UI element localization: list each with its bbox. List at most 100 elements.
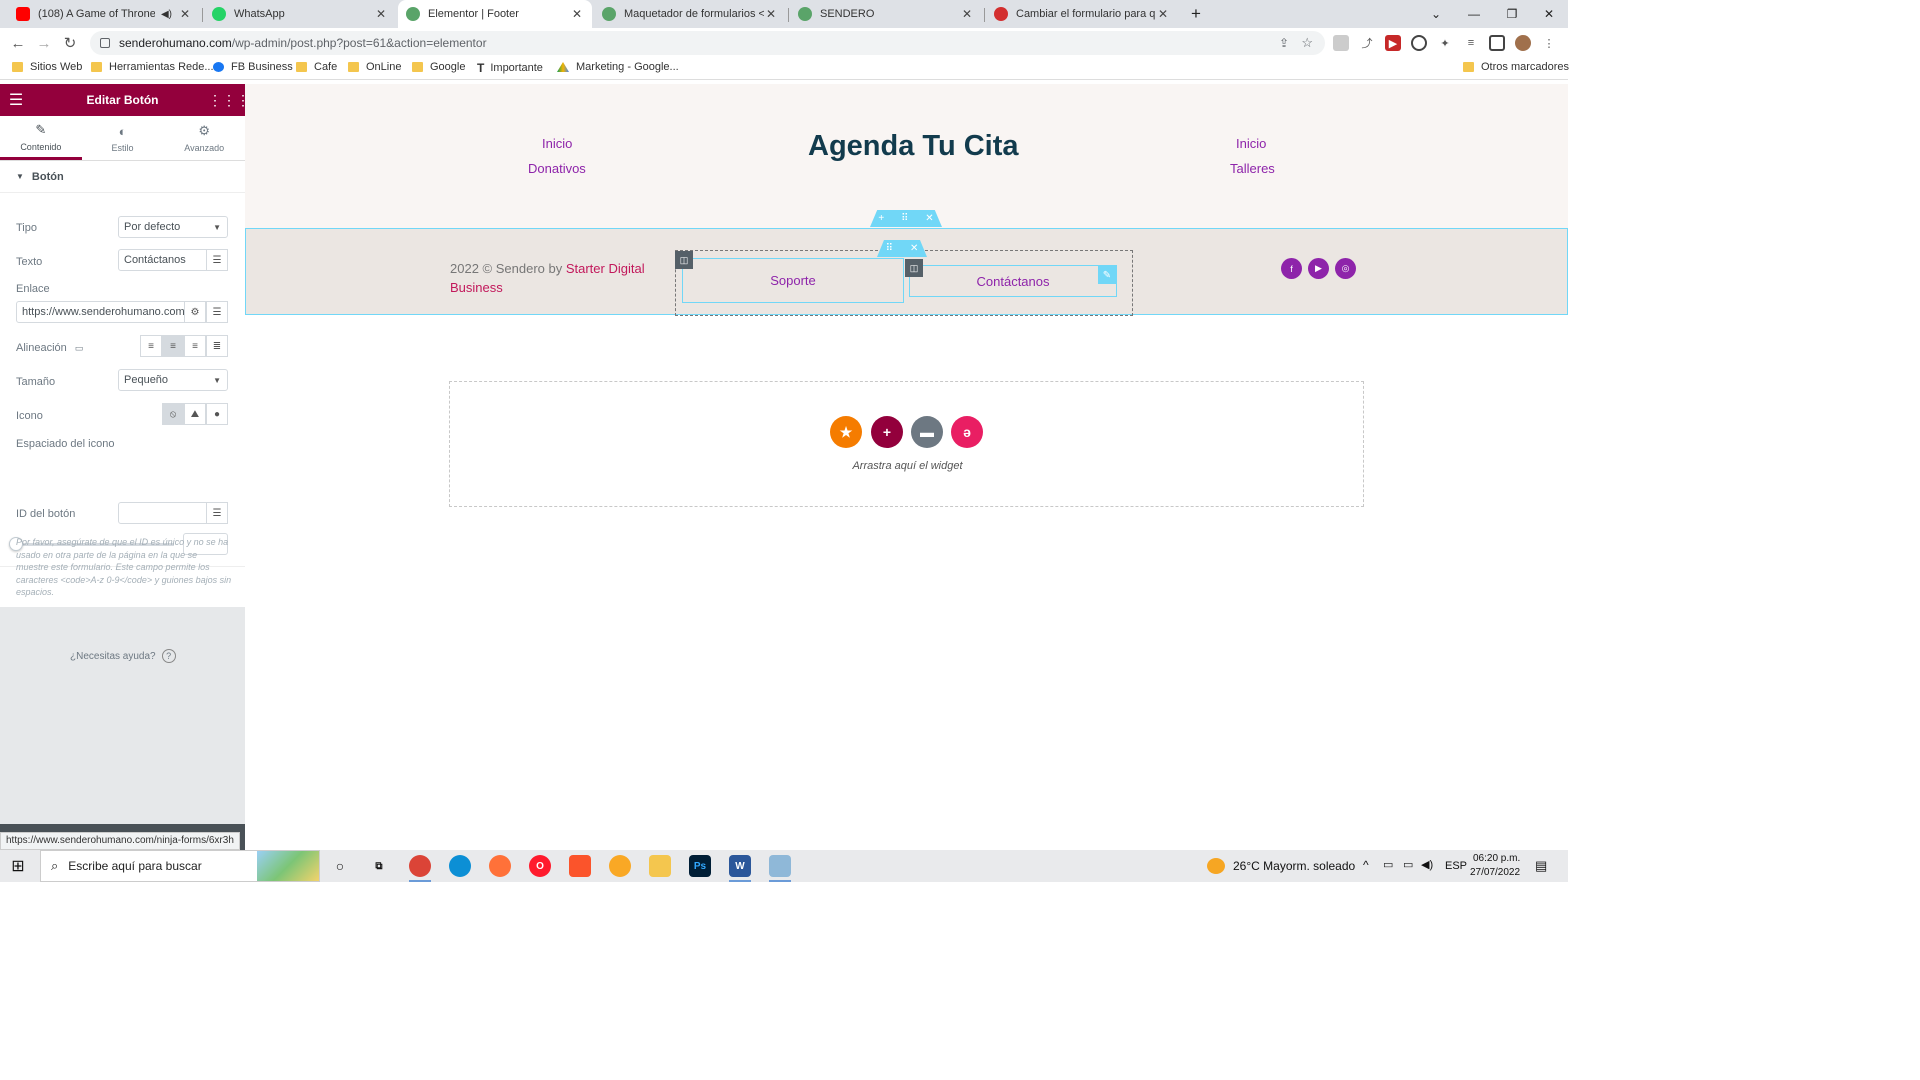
close-window-button[interactable]: ✕ [1530,0,1568,28]
tab-search-chevron-icon[interactable]: ⌄ [1417,0,1455,28]
dynamic-tags-icon[interactable]: ☰ [206,249,228,271]
align-justify-button[interactable]: ≣ [206,335,228,357]
drag-handle-icon[interactable]: ⠿ [886,243,893,254]
tab-sendero[interactable]: SENDERO ✕ [790,0,982,28]
brave-icon[interactable] [569,855,591,877]
share-icon[interactable]: ⇪ [1279,36,1289,50]
tab-youtube[interactable]: (108) A Game of Thrones - R ◀) ✕ [8,0,200,28]
delete-section-icon[interactable]: ✕ [910,243,918,254]
texto-input[interactable]: Contáctanos [118,249,207,271]
edge-icon[interactable] [449,855,471,877]
network-icon[interactable]: ▭ [1403,858,1413,871]
column-handle-icon[interactable]: ◫ [675,251,693,269]
star-bookmark-icon[interactable]: ☆ [1301,35,1313,51]
id-input[interactable] [118,502,207,524]
clock-date[interactable]: 27/07/2022 [1470,867,1520,878]
contactanos-button[interactable]: Contáctanos [909,265,1117,297]
weather-sun-icon[interactable] [1207,858,1225,874]
forward-arrow-icon[interactable]: → [34,33,54,53]
reload-icon[interactable]: ↻ [60,33,80,53]
device-icon[interactable]: ▭ [1383,858,1393,871]
link-options-gear-icon[interactable]: ⚙ [184,301,206,323]
nav-link-donativos[interactable]: Donativos [528,161,586,176]
speaker-icon[interactable]: ◀) [161,9,172,20]
profile-avatar[interactable] [1515,35,1531,51]
app-circle-icon[interactable] [609,855,631,877]
url-field[interactable]: senderohumano.com/wp-admin/post.php?post… [90,31,1325,55]
close-icon[interactable]: ✕ [960,7,974,21]
nav-link-talleres[interactable]: Talleres [1230,161,1275,176]
column-handle-icon[interactable]: ◫ [905,259,923,277]
notifications-icon[interactable]: ▤ [1535,858,1547,874]
dynamic-tags-icon[interactable]: ☰ [206,502,228,524]
new-tab-button[interactable]: + [1177,0,1215,28]
tab-maquetador[interactable]: Maquetador de formularios < SE ✕ [594,0,786,28]
nav-link-inicio[interactable]: Inicio [542,136,572,151]
bookmark-sitios-web[interactable]: Sitios Web [12,61,82,73]
close-icon[interactable]: ✕ [374,7,388,21]
cortana-circle-icon[interactable]: ○ [329,855,351,877]
minimize-button[interactable]: — [1455,0,1493,28]
align-left-button[interactable]: ≡ [140,335,162,357]
tab-avanzado[interactable]: ⚙ Avanzado [163,116,245,160]
language-indicator[interactable]: ESP [1445,860,1467,872]
align-right-button[interactable]: ≡ [184,335,206,357]
icon-library-button[interactable]: ● [206,403,228,425]
file-explorer-icon[interactable] [649,855,671,877]
icon-none-button[interactable]: ⦸ [162,403,184,425]
grammar-extension-icon[interactable] [1411,35,1427,51]
side-panel-icon[interactable] [1489,35,1505,51]
reading-list-icon[interactable]: ≡ [1463,35,1479,51]
hamburger-menu-icon[interactable]: ☰ [0,90,32,110]
soporte-button[interactable]: Soporte [682,258,904,303]
bookmark-importante[interactable]: T Importante [477,61,543,75]
nav-link-inicio-right[interactable]: Inicio [1236,136,1266,151]
app-window-icon[interactable] [769,855,791,877]
add-section-button[interactable]: + [871,416,903,448]
volume-icon[interactable]: ◀) [1421,858,1433,871]
need-help-link[interactable]: ¿Necesitas ayuda?? [70,649,176,663]
tipo-select[interactable]: Por defecto ▼ [118,216,228,238]
close-icon[interactable]: ✕ [178,7,192,21]
weather-text[interactable]: 26°C Mayorm. soleado [1233,859,1355,873]
close-icon[interactable]: ✕ [1156,7,1170,21]
dynamic-tags-icon[interactable]: ☰ [206,301,228,323]
inner-section-handle[interactable]: ⠿ ✕ [877,240,927,257]
windows-start-icon[interactable]: ⊞ [8,857,28,875]
section-boton[interactable]: ▼ Botón [0,161,245,193]
delete-section-icon[interactable]: ✕ [925,213,933,224]
bookmark-cafe[interactable]: Cafe [296,61,337,73]
youtube-icon[interactable]: ▶ [1308,258,1329,279]
restore-button[interactable]: ❐ [1493,0,1531,28]
tab-estilo[interactable]: ◐ Estilo [82,116,164,160]
taskbar-search[interactable]: ⌕ Escribe aquí para buscar [40,850,320,882]
icon-upload-button[interactable]: ⛰ [184,403,206,425]
section-handle[interactable]: + ⠿ ✕ [870,210,942,227]
cast-extension-icon[interactable]: ⤴ [1359,35,1375,51]
tab-whatsapp[interactable]: WhatsApp ✕ [204,0,396,28]
add-section-icon[interactable]: + [878,213,884,224]
bookmark-online[interactable]: OnLine [348,61,401,73]
drag-handle-icon[interactable]: ⠿ [901,213,908,224]
facebook-icon[interactable]: f [1281,258,1302,279]
opera-icon[interactable]: O [529,855,551,877]
tab-elementor-footer[interactable]: Elementor | Footer ✕ [398,0,592,28]
elementskit-icon[interactable]: ǝ [951,416,983,448]
template-library-folder-icon[interactable]: ▬ [911,416,943,448]
tab-cambiar-formulario[interactable]: Cambiar el formulario para que e ✕ [986,0,1178,28]
chrome-icon[interactable] [409,855,431,877]
widget-drop-zone[interactable]: ★ + ▬ ǝ Arrastra aquí el widget [449,381,1364,507]
bookmark-fb-business[interactable]: FB Business [213,61,293,73]
bookmark-herramientas[interactable]: Herramientas Rede... [91,61,214,73]
close-icon[interactable]: ✕ [570,7,584,21]
kebab-menu-icon[interactable]: ⋮ [1541,35,1557,51]
close-icon[interactable]: ✕ [764,7,778,21]
back-arrow-icon[interactable]: ← [8,33,28,53]
bookmark-google[interactable]: Google [412,61,465,73]
code-extension-icon[interactable] [1333,35,1349,51]
red-extension-icon[interactable]: ▶ [1385,35,1401,51]
bookmark-marketing[interactable]: Marketing - Google... [557,61,679,73]
tamano-select[interactable]: Pequeño ▼ [118,369,228,391]
desktop-icon[interactable]: ▭ [75,343,84,353]
word-icon[interactable]: W [729,855,751,877]
